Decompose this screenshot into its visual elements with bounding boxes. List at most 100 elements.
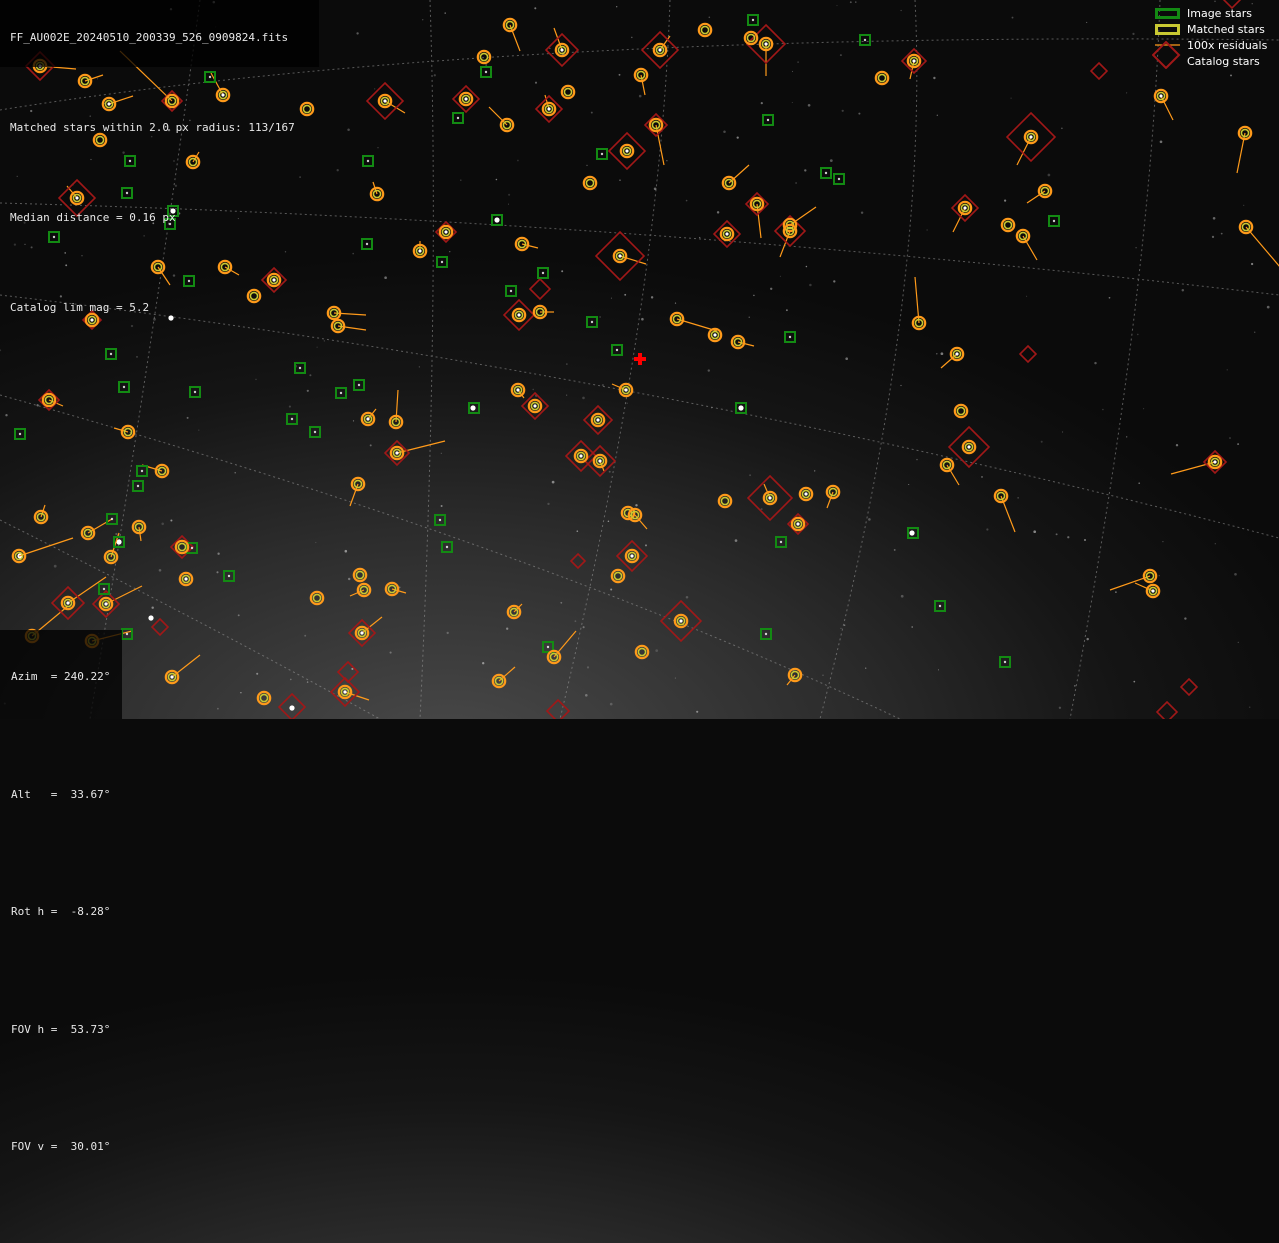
image-star-core bbox=[366, 159, 370, 163]
residual-line bbox=[1245, 226, 1279, 267]
background-star bbox=[422, 19, 424, 21]
background-star bbox=[1184, 617, 1187, 620]
background-star bbox=[446, 631, 449, 635]
matched-star-core bbox=[66, 601, 70, 605]
matched-star-core bbox=[804, 492, 808, 496]
image-star-core bbox=[227, 574, 231, 578]
image-star-core bbox=[863, 38, 867, 42]
background-star bbox=[1175, 443, 1179, 447]
matched-star-core bbox=[517, 313, 521, 317]
matched-star bbox=[585, 178, 595, 188]
background-star bbox=[845, 357, 849, 361]
background-star bbox=[1004, 199, 1007, 202]
background-star bbox=[839, 54, 842, 57]
image-star-core bbox=[313, 430, 317, 434]
background-star bbox=[323, 340, 325, 342]
image-star-core bbox=[456, 116, 460, 120]
image-star-core bbox=[938, 604, 942, 608]
catalog-star bbox=[169, 534, 195, 560]
background-star bbox=[36, 404, 39, 407]
matched-star-core bbox=[533, 404, 537, 408]
matched-star-core bbox=[679, 619, 683, 623]
background-star bbox=[655, 649, 659, 652]
image-star-core bbox=[438, 518, 442, 522]
matched-star-core bbox=[360, 631, 364, 635]
matched-star-core bbox=[796, 522, 800, 526]
image-star-core bbox=[837, 177, 841, 181]
background-star bbox=[1159, 140, 1163, 144]
matched-star-core bbox=[618, 254, 622, 258]
background-star bbox=[685, 596, 689, 599]
catalog-star-icon bbox=[1152, 41, 1181, 69]
matched-star-icon bbox=[1155, 24, 1180, 35]
background-star bbox=[711, 407, 713, 409]
background-star bbox=[797, 61, 799, 63]
grid-line bbox=[0, 394, 901, 719]
background-star bbox=[760, 101, 763, 105]
background-star bbox=[650, 296, 654, 299]
background-star bbox=[843, 624, 846, 626]
background-star bbox=[547, 502, 550, 506]
background-star bbox=[532, 388, 534, 391]
background-star bbox=[1143, 408, 1145, 410]
matched-star bbox=[720, 496, 730, 506]
matched-star-core bbox=[955, 352, 959, 356]
background-star bbox=[893, 548, 896, 551]
background-star bbox=[574, 620, 577, 623]
background-star bbox=[1062, 431, 1064, 433]
background-star bbox=[748, 316, 750, 318]
background-star bbox=[315, 541, 317, 544]
background-star bbox=[986, 528, 989, 531]
background-star bbox=[641, 317, 644, 321]
image-star-core bbox=[140, 469, 144, 473]
legend-image-stars: Image stars bbox=[1153, 6, 1279, 22]
background-star bbox=[352, 420, 355, 422]
matched-star bbox=[259, 693, 269, 703]
background-star bbox=[566, 394, 568, 396]
matched-star-core bbox=[104, 602, 108, 606]
matched-star-core bbox=[1159, 94, 1163, 98]
background-star bbox=[0, 349, 2, 352]
background-star bbox=[1138, 482, 1141, 485]
matched-star-core bbox=[366, 417, 370, 421]
background-star bbox=[841, 109, 844, 112]
background-star bbox=[551, 480, 555, 484]
legend-catalog-stars-label: Catalog stars bbox=[1187, 55, 1260, 68]
background-star bbox=[377, 147, 379, 149]
legend-residuals-label: 100x residuals bbox=[1187, 39, 1268, 52]
matched-star-core bbox=[1151, 589, 1155, 593]
background-star bbox=[482, 662, 485, 665]
background-star bbox=[590, 111, 593, 114]
image-star-core bbox=[110, 517, 114, 521]
catalog-star bbox=[569, 552, 587, 570]
image-star-icon bbox=[1155, 8, 1180, 19]
matched-star-core bbox=[560, 48, 564, 52]
matched-star-core bbox=[658, 48, 662, 52]
background-star bbox=[1234, 572, 1237, 576]
background-star bbox=[753, 294, 755, 297]
background-star bbox=[900, 594, 904, 598]
background-star bbox=[734, 539, 738, 542]
background-star bbox=[444, 12, 446, 14]
background-star bbox=[1086, 637, 1089, 641]
background-star bbox=[1132, 32, 1135, 36]
matched-star-core bbox=[170, 675, 174, 679]
background-star bbox=[1266, 305, 1270, 309]
background-star bbox=[607, 520, 610, 523]
legend-matched-stars: Matched stars bbox=[1153, 22, 1279, 38]
residual-line bbox=[789, 206, 817, 226]
background-star bbox=[1047, 173, 1051, 177]
image-star-core bbox=[472, 406, 476, 410]
image-star-core bbox=[102, 587, 106, 591]
background-star bbox=[1067, 536, 1070, 539]
background-star bbox=[723, 130, 726, 133]
background-star bbox=[582, 626, 585, 629]
median-distance-text: Median distance = 0.16 px bbox=[10, 211, 176, 224]
background-star bbox=[822, 674, 824, 676]
background-star bbox=[151, 606, 154, 609]
grid-line bbox=[559, 0, 671, 719]
legend: Image stars Matched stars 100x residuals… bbox=[1152, 0, 1279, 72]
matched-star bbox=[956, 406, 966, 416]
background-star bbox=[610, 588, 613, 591]
background-star bbox=[638, 94, 642, 98]
